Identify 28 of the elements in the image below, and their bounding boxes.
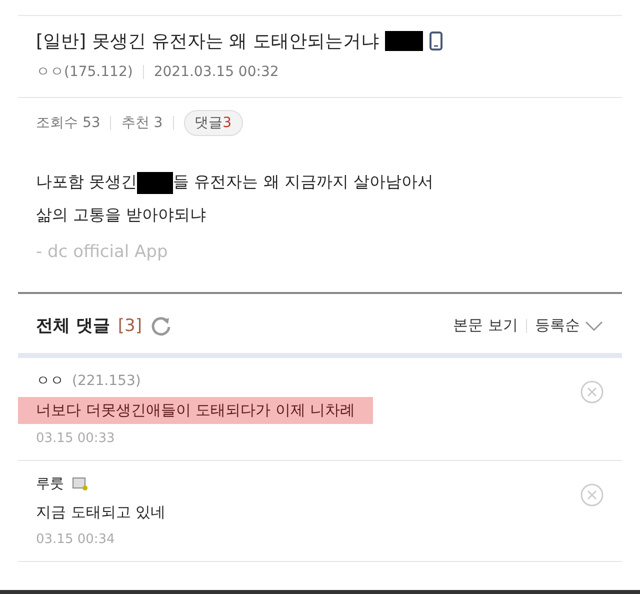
redaction-block bbox=[384, 31, 423, 51]
commenter-ip: (221.153) bbox=[72, 373, 141, 389]
sort-dropdown[interactable]: 등록순 bbox=[535, 316, 604, 335]
comment-date: 03.15 00:34 bbox=[36, 532, 116, 547]
signature: - dc official App bbox=[36, 242, 169, 262]
delete-icon[interactable] bbox=[580, 380, 604, 404]
nick-badge-icon bbox=[72, 477, 88, 491]
view-body-button[interactable]: 본문 보기 bbox=[453, 316, 518, 335]
body-text: 나포함 못생긴 bbox=[36, 172, 138, 193]
caret-icon bbox=[584, 320, 604, 332]
view-count: 조회수 53 bbox=[36, 114, 100, 132]
commenter-name: 루룻 bbox=[36, 475, 64, 493]
body-text: 삶의 고통을 받아야되냐 bbox=[36, 205, 206, 226]
recommend-count: 추천 3 bbox=[121, 114, 163, 132]
comments-title: 전체 댓글 bbox=[36, 315, 110, 337]
commenter-name: ㅇㅇ bbox=[36, 372, 64, 390]
author-name: ㅇㅇ(175.112) bbox=[36, 63, 133, 81]
refresh-icon[interactable] bbox=[150, 314, 172, 336]
comment-count: [3] bbox=[118, 316, 142, 336]
comment-count-button[interactable]: 댓글3 bbox=[184, 110, 243, 136]
delete-icon[interactable] bbox=[580, 483, 604, 507]
redaction-block bbox=[137, 172, 174, 194]
body-text: 들 유전자는 왜 지금까지 살아남아서 bbox=[173, 172, 434, 193]
comment-text: 지금 도태되고 있네 bbox=[36, 502, 166, 523]
comment-text: 너보다 더못생긴애들이 도태되다가 이제 니차례 bbox=[18, 397, 374, 424]
comment-date: 03.15 00:33 bbox=[36, 431, 116, 446]
post-date: 2021.03.15 00:32 bbox=[154, 64, 279, 80]
post-title: [일반] 못생긴 유전자는 왜 도태안되는거냐 bbox=[36, 30, 379, 53]
